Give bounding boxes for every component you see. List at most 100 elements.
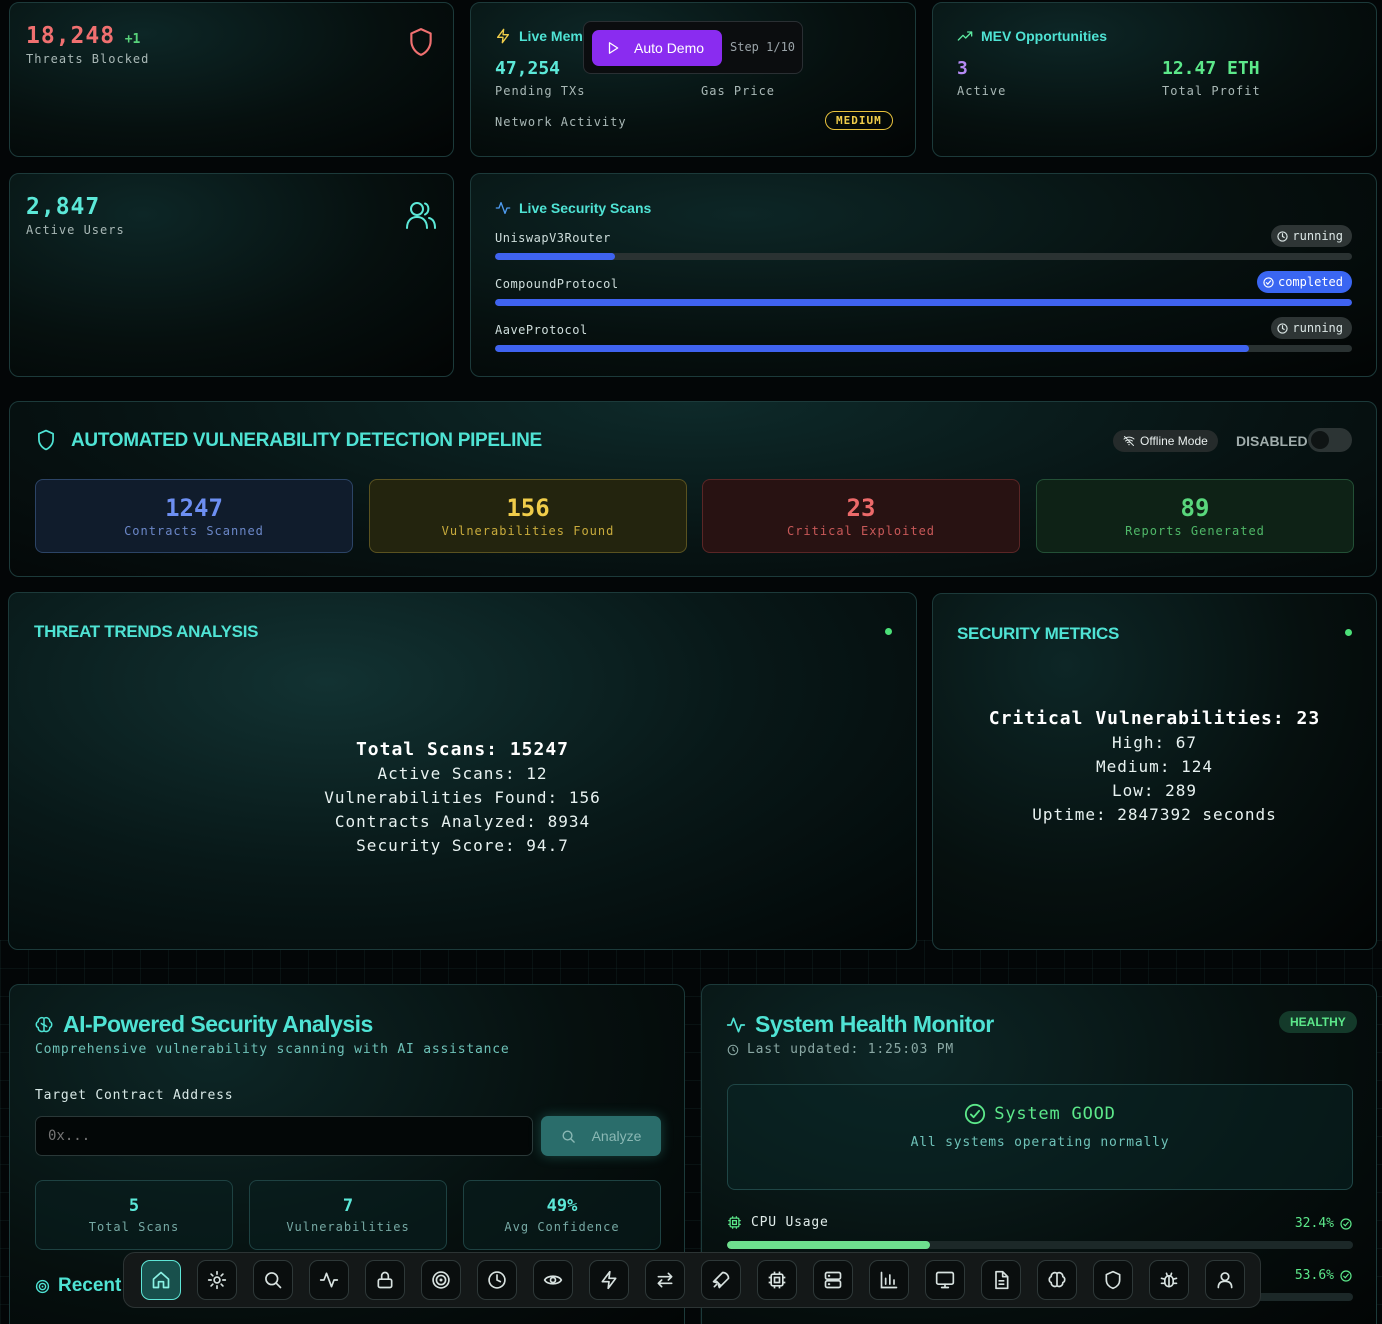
pipeline-card: AUTOMATED VULNERABILITY DETECTION PIPELI… [9, 401, 1377, 577]
pipeline-stat: 1247 Contracts Scanned [35, 479, 353, 553]
activity-icon [319, 1270, 339, 1290]
cpu-bar [727, 1241, 1353, 1249]
health-badge: HEALTHY [1279, 1011, 1357, 1033]
threat-trends-title: THREAT TRENDS ANALYSIS [34, 622, 259, 641]
zap-icon [495, 28, 511, 44]
memory-value: 53.6% [1294, 1268, 1334, 1283]
pipeline-stat-label: Contracts Scanned [124, 524, 264, 538]
dock-button-home[interactable] [141, 1260, 181, 1300]
home-icon [151, 1270, 171, 1290]
scan-status-badge: running [1271, 317, 1352, 339]
mev-active-label: Active [957, 84, 1007, 98]
scans-title: Live Security Scans [519, 200, 652, 216]
scan-status-badge: running [1271, 225, 1352, 247]
dock-button-server[interactable] [813, 1260, 853, 1300]
dock-button-eye[interactable] [533, 1260, 573, 1300]
brain-icon [34, 1015, 54, 1035]
mev-profit-value: 12.47 ETH [1162, 58, 1260, 79]
mev-card: MEV Opportunities 3 Active 12.47 ETH Tot… [932, 2, 1377, 157]
toggle-label: DISABLED [1236, 433, 1308, 449]
dock-button-cpu[interactable] [757, 1260, 797, 1300]
threat-trends-stats: Total Scans: 15247 Active Scans: 12 Vuln… [9, 738, 916, 858]
threats-value: 18,248 [26, 23, 116, 49]
offline-mode-badge: Offline Mode [1113, 430, 1218, 452]
pipeline-title: AUTOMATED VULNERABILITY DETECTION PIPELI… [71, 430, 542, 451]
file-icon [991, 1270, 1011, 1290]
activity-badge: MEDIUM [825, 111, 893, 130]
threats-delta: +1 [124, 32, 141, 47]
mev-active-value: 3 [957, 58, 968, 79]
dock-button-file[interactable] [981, 1260, 1021, 1300]
dock-button-bug[interactable] [1149, 1260, 1189, 1300]
dock-button-zap[interactable] [589, 1260, 629, 1300]
dock-button-brain[interactable] [1037, 1260, 1077, 1300]
security-metrics-stats: Critical Vulnerabilities: 23 High: 67 Me… [933, 707, 1376, 827]
shield-icon [1103, 1270, 1123, 1290]
mempool-title: Live Mem [519, 28, 583, 44]
stat-value: 49% [546, 1196, 578, 1216]
scan-status-label: running [1292, 229, 1343, 243]
pipeline-stat-value: 23 [846, 494, 876, 522]
pipeline-stat-label: Reports Generated [1125, 524, 1265, 538]
swap-icon [655, 1270, 675, 1290]
dock-button-monitor[interactable] [925, 1260, 965, 1300]
stat-label: Vulnerabilities [286, 1220, 410, 1234]
scan-row: CompoundProtocol completed [495, 271, 1352, 317]
pipeline-toggle[interactable] [1308, 428, 1352, 452]
pending-value: 47,254 [495, 58, 561, 79]
search-icon [561, 1129, 576, 1144]
mev-title: MEV Opportunities [981, 28, 1107, 44]
check-circle-icon [1340, 1217, 1352, 1230]
users-label: Active Users [26, 223, 125, 237]
dock-button-target[interactable] [421, 1260, 461, 1300]
system-status-title: System GOOD [994, 1104, 1116, 1124]
play-icon [606, 41, 620, 55]
vulnerabilities-stat: 7 Vulnerabilities [249, 1180, 447, 1250]
dock-button-shield[interactable] [1093, 1260, 1133, 1300]
target-icon [35, 1279, 50, 1294]
dock-button-clock[interactable] [477, 1260, 517, 1300]
analyze-label: Analyze [591, 1128, 642, 1144]
stat-value: 5 [128, 1196, 140, 1216]
dock-button-rocket[interactable] [701, 1260, 741, 1300]
target-icon [431, 1270, 451, 1290]
trend-line: Contracts Analyzed: 8934 [334, 812, 591, 831]
scan-progress-bar [495, 253, 1352, 260]
dock-button-settings[interactable] [197, 1260, 237, 1300]
clock-icon [1277, 322, 1289, 334]
analyze-button[interactable]: Analyze [541, 1116, 661, 1156]
dock-button-activity[interactable] [309, 1260, 349, 1300]
cpu-icon [727, 1215, 742, 1230]
activity-icon [495, 200, 511, 216]
scan-progress-fill [495, 299, 1352, 306]
scan-progress-fill [495, 253, 615, 260]
scan-name: UniswapV3Router [495, 231, 611, 245]
contract-address-input[interactable] [35, 1116, 533, 1156]
scans-card: Live Security Scans UniswapV3Router runni… [470, 173, 1377, 377]
toggle-knob [1311, 431, 1329, 449]
confidence-stat: 49% Avg Confidence [463, 1180, 661, 1250]
dock-button-search[interactable] [253, 1260, 293, 1300]
auto-demo-panel: Auto Demo Step 1/10 [583, 21, 803, 74]
bug-icon [1159, 1270, 1179, 1290]
scan-name: AaveProtocol [495, 323, 588, 337]
scan-name: CompoundProtocol [495, 277, 619, 291]
eye-icon [543, 1270, 563, 1290]
clock-icon [727, 1044, 739, 1056]
cpu-icon [767, 1270, 787, 1290]
bottom-dock [123, 1252, 1261, 1308]
pipeline-stat-value: 89 [1180, 494, 1210, 522]
scan-progress-fill [495, 345, 1250, 352]
metric-line: Medium: 124 [1096, 757, 1213, 776]
auto-demo-button[interactable]: Auto Demo [592, 30, 722, 66]
trend-line: Vulnerabilities Found: 156 [324, 788, 601, 807]
threats-label: Threats Blocked [26, 52, 150, 66]
system-status-box: System GOOD All systems operating normal… [727, 1084, 1353, 1190]
dock-button-user[interactable] [1205, 1260, 1245, 1300]
demo-step: Step 1/10 [730, 40, 796, 54]
dock-button-swap[interactable] [645, 1260, 685, 1300]
dock-button-lock[interactable] [365, 1260, 405, 1300]
pipeline-stat: 156 Vulnerabilities Found [369, 479, 687, 553]
dock-button-bar-chart[interactable] [869, 1260, 909, 1300]
ai-subtitle: Comprehensive vulnerability scanning wit… [35, 1042, 510, 1057]
